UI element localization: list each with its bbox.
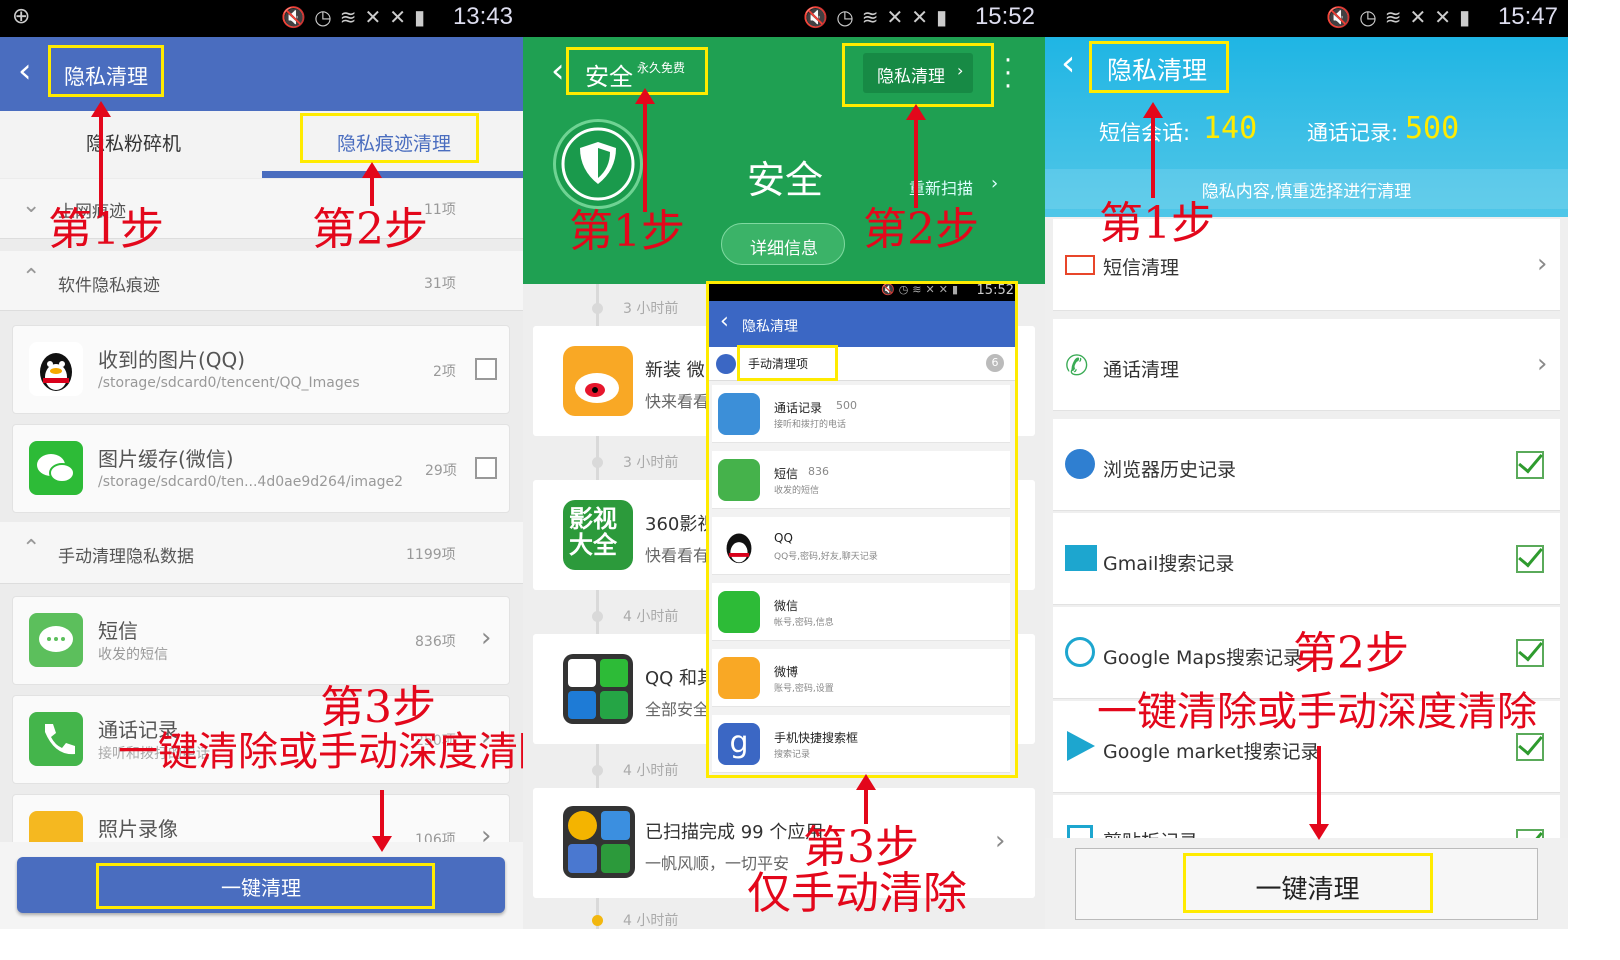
compass-icon: [1065, 637, 1095, 667]
arrow-up: [1143, 102, 1163, 198]
annotation-step1: 第1步: [48, 204, 164, 255]
sms-count: 140: [1203, 111, 1258, 146]
highlight-tab: [300, 113, 479, 163]
status-bar: 🔇◷≋✕✕▮ 15:47: [1045, 0, 1568, 37]
wechat-icon: [29, 441, 83, 495]
status-time: 15:47: [1497, 3, 1558, 30]
list-item-wechat-cache[interactable]: 图片缓存(微信) /storage/sdcard0/ten...4d0ae9d2…: [12, 424, 510, 513]
highlight-button: [1183, 853, 1433, 913]
back-icon[interactable]: ‹: [18, 51, 32, 91]
rescan-link[interactable]: 重新扫描: [909, 175, 973, 199]
status-bar: ⊕ 🔇◷≋✕✕▮ 13:43: [0, 0, 523, 37]
sms-count-label: 短信会话:: [1099, 121, 1191, 145]
annotation-step3: 第3步: [803, 822, 919, 873]
phone-icon: ✆: [1065, 349, 1089, 382]
details-button[interactable]: 详细信息: [721, 223, 845, 265]
arrow-up: [362, 162, 382, 206]
arrow-down: [372, 790, 392, 852]
more-icon[interactable]: · · ·: [1003, 48, 1013, 100]
annotation-step3: 第3步: [320, 682, 436, 733]
back-icon[interactable]: ‹: [551, 51, 565, 91]
mail-icon: [1065, 255, 1095, 275]
highlight-manual-tab: [737, 345, 838, 381]
app-group-icon: [563, 654, 633, 724]
section-app-traces[interactable]: ⌃ 软件隐私痕迹 31项: [0, 251, 523, 311]
status-icons: 🔇◷≋✕✕▮: [803, 5, 955, 29]
qq-penguin-icon: [29, 342, 83, 396]
status-time: 13:43: [452, 3, 513, 30]
row-gmail-search[interactable]: Gmail搜索记录: [1053, 513, 1560, 605]
checkbox[interactable]: [475, 457, 497, 479]
checkbox-checked[interactable]: [1516, 545, 1544, 573]
arrow-up: [635, 88, 655, 212]
annotation-step3-desc: 仅手动清除: [747, 868, 967, 919]
status-bar: 🔇◷≋✕✕▮ 15:52: [523, 0, 1045, 37]
screenshot-collage: ⊕ 🔇◷≋✕✕▮ 13:43 ‹ 隐私清理 隐私粉碎机 隐私痕迹清理 ⌄ 上网痕…: [0, 0, 1568, 929]
row-browser-history[interactable]: 浏览器历史记录: [1053, 419, 1560, 511]
call-count-label: 通话记录:: [1307, 121, 1399, 145]
arrow-up: [906, 104, 926, 208]
annotation-step1: 第1步: [569, 206, 685, 257]
list-item-sms[interactable]: 短信 收发的短信 836项 ›: [12, 596, 510, 685]
call-count: 500: [1405, 111, 1460, 146]
panel-privacy-cleaner-cyan: 🔇◷≋✕✕▮ 15:47 ‹ 隐私清理 短信会话: 140 通话记录: 500 …: [1045, 0, 1568, 929]
arrow-up: [91, 101, 111, 215]
app-group-icon: [563, 806, 635, 878]
annotation-step3-desc: 一键清除或手动深度清除: [118, 729, 523, 775]
status-text: 安全: [747, 158, 824, 202]
annotation-step2: 第2步: [312, 204, 428, 255]
video-app-icon: 影视 大全: [563, 500, 633, 570]
annotation-step2-desc: 一键清除或手动深度清除: [1097, 689, 1537, 735]
chevron-up-icon: ⌃: [22, 536, 41, 561]
gmail-icon: [1065, 545, 1097, 571]
chevron-right-icon: ›: [1537, 249, 1548, 279]
checkbox-checked[interactable]: [1516, 639, 1544, 667]
row-call-clean[interactable]: ✆ 通话清理 ›: [1053, 319, 1560, 411]
highlight-title: [48, 45, 164, 97]
active-tab-indicator: [262, 171, 523, 178]
panel-privacy-cleaner-blue: ⊕ 🔇◷≋✕✕▮ 13:43 ‹ 隐私清理 隐私粉碎机 隐私痕迹清理 ⌄ 上网痕…: [0, 0, 523, 929]
chevron-right-icon: ›: [995, 826, 1006, 856]
list-item-qq-images[interactable]: 收到的图片(QQ) /storage/sdcard0/tencent/QQ_Im…: [12, 325, 510, 414]
panel-360-security: 🔇◷≋✕✕▮ 15:52 ‹ 安全 永久免费 隐私清理 › · · · 安全 重新扫…: [523, 0, 1045, 929]
weibo-icon: [563, 346, 633, 416]
checkbox-checked[interactable]: [1516, 733, 1544, 761]
annotation-step2: 第2步: [863, 204, 979, 255]
chevron-right-icon: ›: [481, 623, 492, 653]
arrow-up: [856, 774, 876, 824]
chevron-right-icon: ›: [991, 173, 999, 194]
sms-icon: [29, 613, 83, 667]
chevron-right-icon: ›: [1537, 349, 1548, 379]
globe-icon: [1065, 449, 1095, 479]
arrow-down: [1309, 746, 1329, 840]
checkbox-checked[interactable]: [1516, 451, 1544, 479]
play-store-icon: [1067, 731, 1095, 761]
status-time: 15:52: [974, 3, 1035, 30]
annotation-step1: 第1步: [1099, 198, 1215, 249]
checkbox[interactable]: [475, 358, 497, 380]
phone-icon: [29, 712, 83, 766]
status-icons: 🔇◷≋✕✕▮: [281, 5, 433, 29]
add-icon: ⊕: [12, 4, 31, 29]
back-icon[interactable]: ‹: [1061, 43, 1075, 84]
section-manual-clean[interactable]: ⌃ 手动清理隐私数据 1199项: [0, 522, 523, 584]
status-icons: 🔇◷≋✕✕▮: [1326, 5, 1478, 29]
annotation-step2: 第2步: [1293, 628, 1409, 679]
highlight-button: [96, 863, 435, 909]
chevron-down-icon: ⌄: [22, 193, 41, 218]
highlight-title: [1089, 41, 1229, 93]
highlight-privacy-button: [842, 43, 994, 107]
chevron-up-icon: ⌃: [22, 265, 41, 290]
shield-icon: [553, 119, 643, 209]
